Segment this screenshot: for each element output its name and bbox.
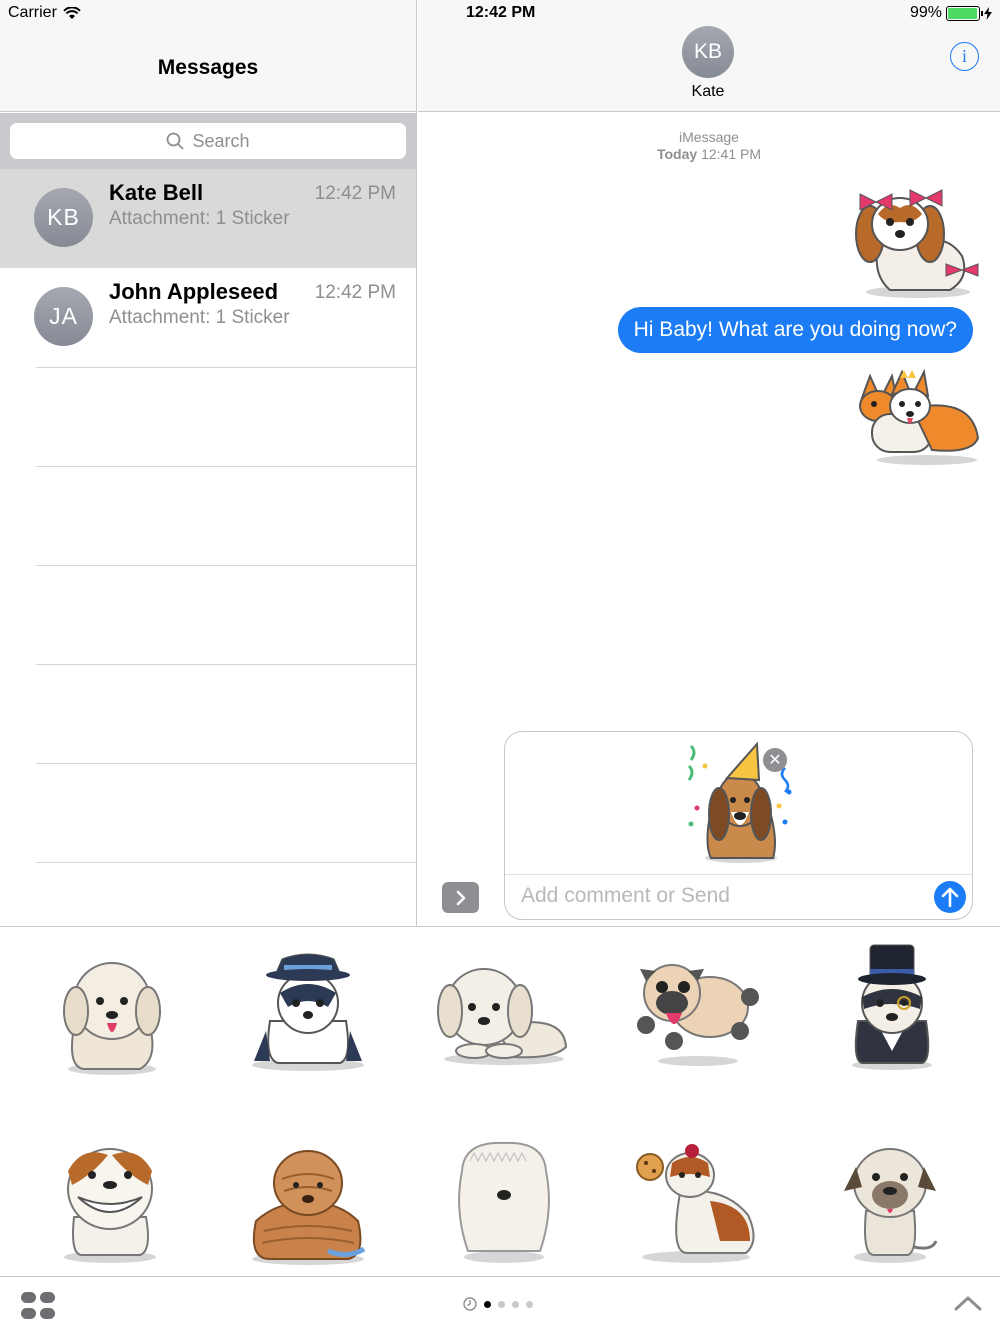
page-indicator[interactable]	[463, 1297, 533, 1311]
search-icon	[167, 132, 185, 150]
message-time: 12:42 PM	[314, 282, 396, 303]
expand-button[interactable]	[442, 882, 479, 913]
page-title: Messages	[157, 56, 259, 79]
avatar: JA	[34, 287, 93, 346]
message-bubble[interactable]: Hi Baby! What are you doing now?	[617, 307, 973, 353]
conversation-row-kate-bell[interactable]: KB Kate Bell Attachment: 1 Sticker 12:42…	[0, 169, 416, 268]
wifi-icon	[63, 6, 81, 19]
message-time: 12:42 PM	[314, 183, 396, 204]
sticker-jumping-pug[interactable]	[600, 941, 800, 1116]
info-icon[interactable]: i	[950, 42, 979, 71]
conversation-list-pane: Messages Search KB Kate Bell Attachment:…	[0, 0, 417, 926]
sticker-husky-with-hat[interactable]	[208, 941, 408, 1116]
message-preview: Attachment: 1 Sticker	[109, 307, 290, 328]
contact-name[interactable]: Kate	[418, 83, 998, 101]
battery-icon	[946, 5, 983, 21]
send-button[interactable]	[934, 881, 966, 913]
row-divider	[36, 664, 416, 665]
sticker-bulldog-top-hat[interactable]	[796, 941, 996, 1116]
contact-avatar[interactable]: KB	[682, 26, 734, 78]
row-divider	[36, 862, 416, 863]
message-preview: Attachment: 1 Sticker	[109, 208, 290, 229]
status-time: 12:42 PM	[466, 4, 536, 21]
chevron-up-icon[interactable]	[954, 1295, 982, 1311]
service-label: iMessage	[679, 129, 739, 145]
sticker-white-fluffy-dog[interactable]	[12, 941, 212, 1116]
search-placeholder: Search	[192, 130, 250, 151]
contact-name: Kate Bell	[109, 180, 204, 205]
sticker-drawer	[0, 926, 1000, 1276]
search-input[interactable]: Search	[10, 123, 406, 159]
sticker-lying-retriever[interactable]	[404, 941, 604, 1116]
battery-percent: 99%	[909, 4, 942, 21]
avatar: KB	[34, 188, 93, 247]
row-divider	[36, 565, 416, 566]
page-dot[interactable]	[526, 1300, 533, 1308]
app-drawer-bar	[0, 1276, 1000, 1334]
date-day: Today	[656, 146, 698, 162]
timestamp-header: iMessage Today 12:41 PM	[418, 129, 1000, 163]
status-bar: Carrier 12:42 PM 99%	[0, 0, 1000, 28]
carrier-label: Carrier	[8, 4, 57, 21]
apps-icon[interactable]	[21, 1292, 55, 1320]
carrier: Carrier	[8, 4, 81, 22]
attachment-preview: ✕	[505, 732, 972, 875]
row-divider	[36, 763, 416, 764]
sticker-spaniel-with-bows[interactable]	[850, 178, 980, 300]
page-dot[interactable]	[498, 1300, 505, 1308]
page-dot[interactable]	[512, 1300, 519, 1308]
date-time: 12:41 PM	[701, 146, 762, 162]
battery: 99%	[910, 4, 992, 22]
remove-attachment-button[interactable]: ✕	[763, 748, 787, 772]
row-divider	[36, 466, 416, 467]
row-divider	[36, 367, 416, 368]
conversation-row-john-appleseed[interactable]: JA John Appleseed Attachment: 1 Sticker …	[0, 268, 416, 367]
search-bar: Search	[0, 113, 416, 169]
expand-icon	[456, 890, 465, 905]
compose-box[interactable]: ✕ Add comment or Send	[504, 731, 973, 920]
charging-icon	[984, 6, 992, 20]
contact-name: John Appleseed	[109, 279, 279, 304]
compose-input[interactable]: Add comment or Send	[521, 884, 730, 908]
recents-icon[interactable]	[463, 1297, 477, 1311]
sticker-corgis[interactable]	[852, 368, 982, 466]
page-dot[interactable]	[484, 1300, 491, 1308]
send-icon	[941, 887, 959, 907]
